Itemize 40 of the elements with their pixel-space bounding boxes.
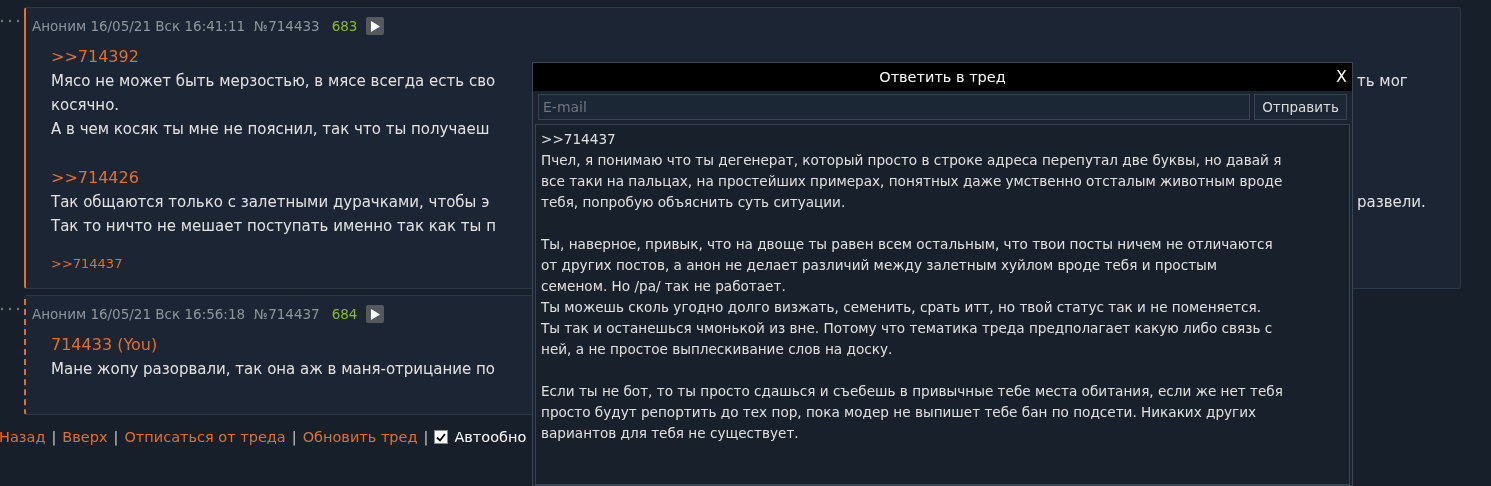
- window-title: Ответить в тред: [879, 69, 1006, 85]
- reply-link[interactable]: >>714392: [51, 45, 139, 69]
- post-number[interactable]: №714433: [254, 18, 320, 34]
- post-text: ть мог: [1357, 71, 1408, 92]
- post-number[interactable]: №714437: [254, 306, 320, 322]
- play-icon: [370, 20, 380, 32]
- separator: |: [51, 429, 57, 445]
- message-field[interactable]: >>714437 Пчел, я понимаю что ты дегенерат, который просто в строке адреса перепутал две буквы, но давай я все таки на пальцах, на простейших примерах, понятных даже умственно отсталым животным вроде тебя, попробую объяснить суть ситуации. Ты, наверное, привык, что на двоще ты равен всем остальным, что твои посты ничем не отличаются от других постов, а анон не делает различий между залетным хуйлом вроде тебя и простым семеном. Но /pa/ так не работает. Ты можешь сколь угодно долго визжать, семенить, срать итт, но твой статус так и не поменяется. Ты так и останешься чмонькой из вне. Потому что тематика треда предполагает какую либо связь с ней, а не простое выплескивание слов на доску. Если ты не бот, то ты просто сдашься и съебешь в привычные тебе места обитания, если же нет тебя просто будут репортить до тех пор, пока модер не выпишет тебе бан по подсети. Никаких других вариантов для тебя не существует.: [535, 124, 1350, 485]
- nav-link[interactable]: Отписаться от треда: [124, 429, 286, 445]
- post-count: 683: [331, 18, 358, 34]
- play-button[interactable]: [366, 305, 385, 323]
- post-text: развели.: [1357, 192, 1426, 213]
- close-button[interactable]: X: [1336, 67, 1347, 87]
- post-text: Мане жопу разорвали, так она аж в маня-отрицание по: [51, 359, 496, 380]
- post-text: Так то ничто не мешает поступать именно так как ты п: [51, 216, 496, 237]
- post-count: 684: [331, 306, 358, 322]
- reply-link[interactable]: 714433 (You): [51, 333, 158, 357]
- email-field[interactable]: E-mail: [538, 94, 1250, 120]
- nav-link[interactable]: Вверх: [62, 429, 108, 445]
- autoupdate-checkbox[interactable]: [434, 430, 449, 444]
- separator: |: [113, 429, 119, 445]
- separator: |: [291, 429, 297, 445]
- post-text: Мясо не может быть мерзостью, в мясе всегда есть сво: [51, 71, 496, 92]
- post-author-date: Аноним 16/05/21 Вск 16:56:18: [32, 306, 246, 322]
- play-icon: [370, 308, 380, 320]
- post-text: А в чем косяк ты мне не пояснил, так что ты получаеш: [51, 119, 490, 140]
- reply-link[interactable]: >>714426: [51, 166, 139, 190]
- post-text: Так общаются только с залетными дурачками, чтобы э: [51, 192, 490, 213]
- window-titlebar[interactable]: Ответить в тред X: [533, 63, 1352, 91]
- submit-button[interactable]: Отправить: [1254, 94, 1347, 120]
- separator: |: [423, 429, 429, 445]
- post-author-date: Аноним 16/05/21 Вск 16:41:11: [32, 18, 246, 34]
- backlink[interactable]: >>714437: [51, 254, 123, 274]
- nav-link[interactable]: Обновить тред: [302, 429, 418, 445]
- dots-icon[interactable]: [0, 307, 20, 311]
- dots-icon[interactable]: [0, 19, 20, 23]
- post-text: косячно.: [51, 95, 120, 116]
- play-button[interactable]: [366, 17, 385, 35]
- autoupdate-label: Автообно: [454, 429, 527, 445]
- nav-link[interactable]: Назад: [0, 429, 46, 445]
